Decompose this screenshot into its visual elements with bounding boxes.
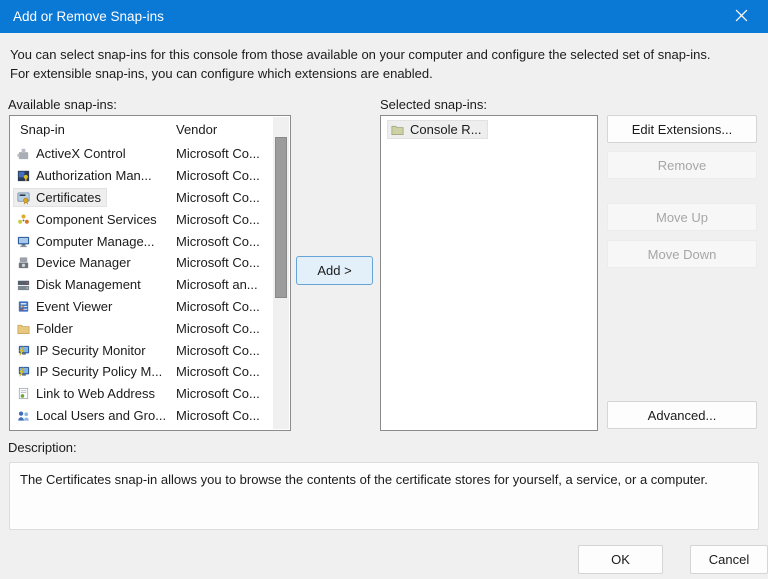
snapin-cell[interactable]: Authorization Man...: [13, 166, 158, 185]
snapin-row[interactable]: Local Users and Gro... Microsoft Co...: [10, 405, 290, 427]
snapin-cell[interactable]: IP Security Policy M...: [13, 362, 168, 381]
ok-button[interactable]: OK: [578, 545, 663, 574]
snapin-cell[interactable]: ActiveX Control: [13, 144, 132, 163]
selected-snapins-list: Console R...: [380, 115, 598, 431]
snapin-row[interactable]: Certificates Microsoft Co...: [10, 187, 290, 209]
snapin-row[interactable]: Computer Manage... Microsoft Co...: [10, 230, 290, 252]
activex-icon: [16, 146, 31, 161]
snapin-vendor: Microsoft Co...: [176, 299, 260, 314]
snapin-vendor: Microsoft Co...: [176, 146, 260, 161]
local-users-icon: [16, 408, 31, 423]
snapin-cell[interactable]: Computer Manage...: [13, 232, 161, 251]
snapin-name: Certificates: [36, 190, 101, 205]
snapin-vendor: Microsoft Co...: [176, 234, 260, 249]
selected-snapins-label: Selected snap-ins:: [380, 97, 487, 112]
snapin-name: ActiveX Control: [36, 146, 126, 161]
column-header-vendor: Vendor: [176, 122, 217, 137]
snapin-cell[interactable]: Folder: [13, 319, 79, 338]
list-header: Snap-in Vendor: [10, 116, 290, 143]
snapin-name: Event Viewer: [36, 299, 112, 314]
snapin-cell[interactable]: Component Services: [13, 210, 163, 229]
snapin-row[interactable]: Link to Web Address Microsoft Co...: [10, 383, 290, 405]
available-snapins-label: Available snap-ins:: [8, 97, 117, 112]
add-remove-snapins-dialog: Add or Remove Snap-ins You can select sn…: [0, 0, 768, 579]
snapin-vendor: Microsoft Co...: [176, 212, 260, 227]
snapin-cell[interactable]: Console R...: [387, 120, 488, 139]
device-manager-icon: [16, 255, 31, 270]
snapin-vendor: Microsoft Co...: [176, 255, 260, 270]
description-text: The Certificates snap-in allows you to b…: [20, 472, 708, 487]
snapin-cell[interactable]: Device Manager: [13, 253, 137, 272]
snapin-name: Local Users and Gro...: [36, 408, 166, 423]
available-snapins-list: Snap-in Vendor ActiveX Control Microsoft …: [9, 115, 291, 431]
snapin-row[interactable]: Component Services Microsoft Co...: [10, 208, 290, 230]
snapin-name: Computer Manage...: [36, 234, 155, 249]
close-icon: [735, 9, 748, 25]
move-down-button[interactable]: Move Down: [607, 240, 757, 268]
snapin-row[interactable]: IP Security Monitor Microsoft Co...: [10, 339, 290, 361]
move-up-button[interactable]: Move Up: [607, 203, 757, 231]
snapin-row[interactable]: Disk Management Microsoft an...: [10, 274, 290, 296]
scrollbar-track[interactable]: [273, 117, 289, 429]
snapin-vendor: Microsoft Co...: [176, 321, 260, 336]
authorization-manager-icon: [16, 168, 31, 183]
description-box: The Certificates snap-in allows you to b…: [9, 462, 759, 530]
available-rows: ActiveX ControlMicrosoft Co...Authorizat…: [10, 143, 290, 426]
edit-extensions-button[interactable]: Edit Extensions...: [607, 115, 757, 143]
snapin-vendor: Microsoft an...: [176, 277, 258, 292]
title-bar: Add or Remove Snap-ins: [0, 0, 768, 33]
cancel-button[interactable]: Cancel: [690, 545, 768, 574]
snapin-row[interactable]: Authorization Man... Microsoft Co...: [10, 165, 290, 187]
console-folder-icon: [390, 122, 405, 137]
link-web-icon: [16, 386, 31, 401]
ip-security-icon: [16, 343, 31, 358]
computer-management-icon: [16, 234, 31, 249]
snapin-row[interactable]: Device Manager Microsoft Co...: [10, 252, 290, 274]
snapin-cell[interactable]: Event Viewer: [13, 297, 118, 316]
snapin-name: Device Manager: [36, 255, 131, 270]
snapin-vendor: Microsoft Co...: [176, 190, 260, 205]
column-header-snapin: Snap-in: [20, 122, 65, 137]
disk-management-icon: [16, 277, 31, 292]
snapin-row[interactable]: IP Security Policy M... Microsoft Co...: [10, 361, 290, 383]
remove-button[interactable]: Remove: [607, 151, 757, 179]
snapin-row[interactable]: Folder Microsoft Co...: [10, 317, 290, 339]
snapin-vendor: Microsoft Co...: [176, 343, 260, 358]
ip-security-icon: [16, 364, 31, 379]
advanced-button[interactable]: Advanced...: [607, 401, 757, 429]
description-label: Description:: [8, 440, 77, 455]
scrollbar-thumb[interactable]: [275, 137, 287, 298]
event-viewer-icon: [16, 299, 31, 314]
snapin-name: Link to Web Address: [36, 386, 155, 401]
snapin-name: Disk Management: [36, 277, 141, 292]
snapin-cell[interactable]: Certificates: [13, 188, 107, 207]
snapin-name: Console R...: [410, 122, 482, 137]
snapin-cell[interactable]: Local Users and Gro...: [13, 406, 172, 425]
snapin-vendor: Microsoft Co...: [176, 408, 260, 423]
snapin-row[interactable]: Event Viewer Microsoft Co...: [10, 296, 290, 318]
window-title: Add or Remove Snap-ins: [13, 0, 164, 33]
snapin-cell[interactable]: Link to Web Address: [13, 384, 161, 403]
snapin-vendor: Microsoft Co...: [176, 386, 260, 401]
add-button[interactable]: Add >: [296, 256, 373, 285]
snapin-name: Component Services: [36, 212, 157, 227]
close-button[interactable]: [720, 0, 762, 33]
selected-snapin-item[interactable]: Console R...: [384, 120, 597, 139]
selected-rows: Console R...: [381, 120, 597, 139]
snapin-row[interactable]: ActiveX Control Microsoft Co...: [10, 143, 290, 165]
snapin-name: IP Security Policy M...: [36, 364, 162, 379]
snapin-vendor: Microsoft Co...: [176, 168, 260, 183]
intro-text: You can select snap-ins for this console…: [10, 46, 762, 83]
snapin-cell[interactable]: IP Security Monitor: [13, 341, 152, 360]
snapin-name: Folder: [36, 321, 73, 336]
snapin-cell[interactable]: Disk Management: [13, 275, 147, 294]
component-services-icon: [16, 212, 31, 227]
intro-line-2: For extensible snap-ins, you can configu…: [10, 65, 762, 84]
snapin-name: Authorization Man...: [36, 168, 152, 183]
folder-icon: [16, 321, 31, 336]
certificates-icon: [16, 190, 31, 205]
intro-line-1: You can select snap-ins for this console…: [10, 46, 762, 65]
snapin-vendor: Microsoft Co...: [176, 364, 260, 379]
snapin-name: IP Security Monitor: [36, 343, 146, 358]
